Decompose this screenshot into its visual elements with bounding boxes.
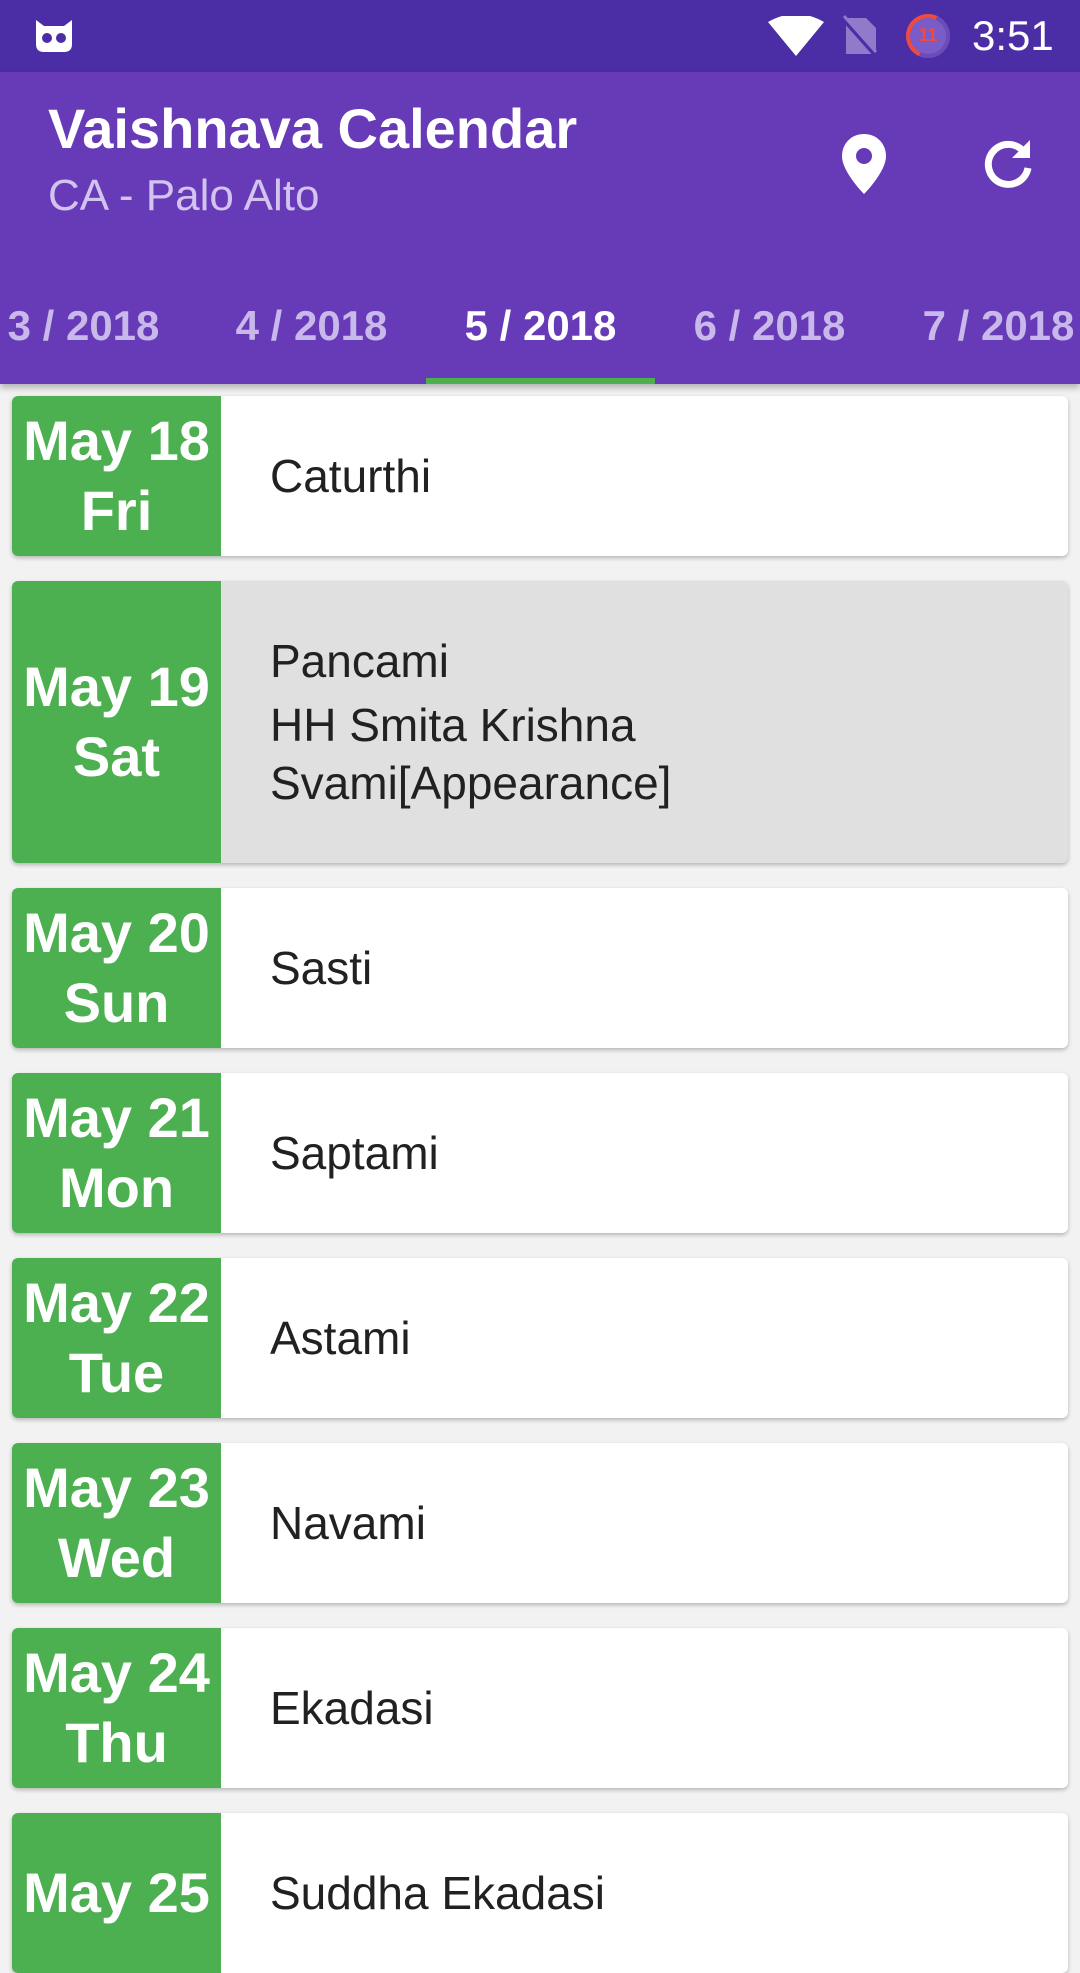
location-pin-icon: [842, 134, 886, 194]
date-label: May 19: [23, 655, 210, 718]
event-text: Astami: [270, 1312, 411, 1364]
date-cell: May 19 Sat: [12, 581, 221, 863]
date-cell: May 25: [12, 1813, 221, 1973]
date-label: May 24: [23, 1641, 210, 1704]
date-label: May 22: [23, 1271, 210, 1334]
event-list: Saptami: [270, 1073, 1044, 1233]
app-title: Vaishnava Calendar: [48, 97, 578, 160]
weekday-label: Sat: [72, 725, 161, 788]
tab-2018-05[interactable]: 5 / 2018: [426, 268, 655, 384]
event-list: Ekadasi: [270, 1628, 1044, 1788]
list-item[interactable]: May 23 Wed Navami: [12, 1443, 1068, 1603]
event-text: Sasti: [270, 942, 373, 994]
event-list: Navami: [270, 1443, 1044, 1603]
refresh-icon: [984, 140, 1032, 188]
list-item[interactable]: May 19 Sat Pancami HH Smita Krishna Svam…: [12, 581, 1068, 863]
event-text: Ekadasi: [270, 1682, 434, 1734]
tab-2018-06[interactable]: 6 / 2018: [655, 268, 884, 384]
list-item[interactable]: May 21 Mon Saptami: [12, 1073, 1068, 1233]
date-cell: May 23 Wed: [12, 1443, 221, 1603]
weekday-label: Fri: [80, 479, 153, 542]
event-text: Caturthi: [270, 450, 432, 502]
weekday-label: Tue: [68, 1341, 165, 1404]
list-item[interactable]: May 25 Suddha Ekadasi: [12, 1813, 1068, 1973]
tab-2018-07[interactable]: 7 / 2018: [884, 268, 1080, 384]
date-label: May 25: [23, 1861, 210, 1924]
list-item[interactable]: May 20 Sun Sasti: [12, 888, 1068, 1048]
event-text: Suddha Ekadasi: [270, 1867, 606, 1919]
date-label: May 23: [23, 1456, 210, 1519]
date-label: May 18: [23, 409, 210, 472]
date-cell: May 18 Fri: [12, 396, 221, 556]
weekday-label: Thu: [65, 1711, 168, 1774]
tab-2018-04[interactable]: 4 / 2018: [197, 268, 426, 384]
no-sim-icon: [842, 15, 878, 58]
active-tab-indicator: [426, 378, 655, 384]
weekday-label: Wed: [57, 1526, 176, 1589]
event-list: Suddha Ekadasi: [270, 1813, 1044, 1973]
list-item[interactable]: May 24 Thu Ekadasi: [12, 1628, 1068, 1788]
wifi-icon: [768, 16, 824, 56]
app-bar: Vaishnava Calendar CA - Palo Alto 3 / 20…: [0, 72, 1080, 384]
event-text: Navami: [270, 1497, 426, 1549]
location-subtitle: CA - Palo Alto: [48, 171, 320, 220]
status-bar: 11 3:51: [0, 0, 1080, 72]
notification-count: 11: [918, 25, 938, 45]
event-list: Caturthi: [270, 396, 1044, 556]
weekday-label: Mon: [58, 1156, 175, 1219]
notification-badge: 11: [899, 7, 957, 65]
status-time: 3:51: [972, 12, 1054, 59]
event-text: Saptami: [270, 1127, 439, 1179]
date-cell: May 20 Sun: [12, 888, 221, 1048]
list-item[interactable]: May 18 Fri Caturthi: [12, 396, 1068, 556]
refresh-button[interactable]: [960, 116, 1056, 212]
date-cell: May 21 Mon: [12, 1073, 221, 1233]
date-cell: May 24 Thu: [12, 1628, 221, 1788]
weekday-label: Sun: [63, 971, 170, 1034]
location-button[interactable]: [816, 116, 912, 212]
event-list: Astami: [270, 1258, 1044, 1418]
cyanogen-face-icon: [36, 20, 72, 52]
list-item[interactable]: May 22 Tue Astami: [12, 1258, 1068, 1418]
event-text: HH Smita Krishna Svami[Appearance]: [270, 699, 672, 809]
tab-2018-03[interactable]: 3 / 2018: [0, 268, 198, 384]
date-cell: May 22 Tue: [12, 1258, 221, 1418]
event-list: Pancami HH Smita Krishna Svami[Appearanc…: [270, 581, 1044, 863]
date-label: May 21: [23, 1086, 210, 1149]
event-list: Sasti: [270, 888, 1044, 1048]
date-label: May 20: [23, 901, 210, 964]
month-tabs: 3 / 2018 4 / 2018 5 / 2018 6 / 2018 7 / …: [0, 268, 1080, 384]
event-text: Pancami: [270, 635, 449, 687]
